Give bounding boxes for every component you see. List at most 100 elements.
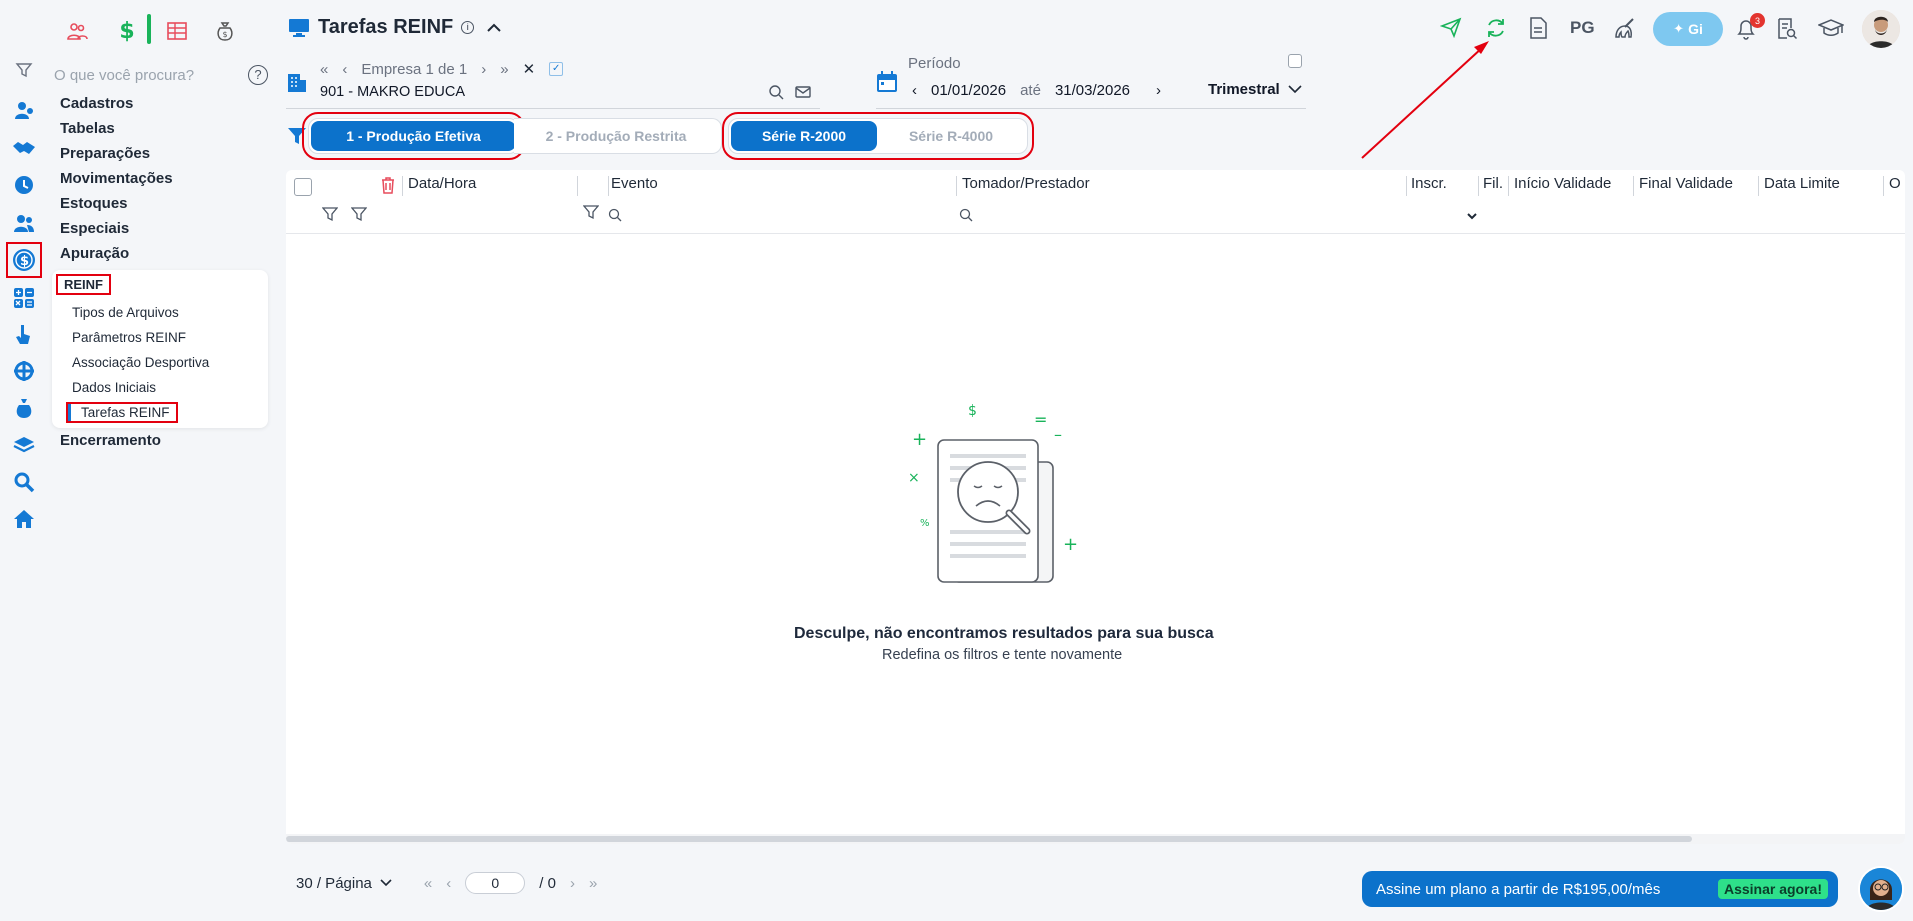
- refresh-icon[interactable]: [1484, 16, 1510, 42]
- spreadsheet-module-icon[interactable]: [160, 14, 194, 48]
- notification-bell-icon[interactable]: 3: [1735, 13, 1765, 43]
- prev-page-icon[interactable]: ‹: [446, 875, 451, 892]
- icon-rail: $: [0, 0, 48, 921]
- clean-brush-icon[interactable]: [1613, 16, 1639, 42]
- col-header-evento[interactable]: Evento: [611, 175, 658, 192]
- col-header-tomador-prestador[interactable]: Tomador/Prestador: [962, 175, 1090, 192]
- periodo-prev-icon[interactable]: ‹: [912, 82, 917, 99]
- periodo-next-icon[interactable]: ›: [1156, 82, 1161, 99]
- search-icon[interactable]: [608, 208, 622, 227]
- user-avatar[interactable]: [1862, 10, 1900, 48]
- submenu-item-associacao-desportiva[interactable]: Associação Desportiva: [72, 355, 209, 370]
- sidebar-item-especiais[interactable]: Especiais: [60, 220, 129, 237]
- promo-banner[interactable]: Assine um plano a partir de R$195,00/mês…: [1362, 871, 1838, 907]
- help-icon[interactable]: ?: [248, 65, 268, 85]
- send-icon[interactable]: [1439, 16, 1466, 42]
- per-page-select[interactable]: 30 / Página: [296, 875, 392, 892]
- pg-button[interactable]: PG: [1570, 18, 1595, 38]
- calculator-icon[interactable]: [10, 284, 38, 312]
- production-option-efetiva[interactable]: 1 - Produção Efetiva: [311, 121, 516, 151]
- chevron-down-icon[interactable]: [1466, 208, 1478, 226]
- collapse-chevron-up-icon[interactable]: [486, 17, 502, 38]
- svg-text:$: $: [223, 30, 228, 39]
- periodo-checkbox[interactable]: [1288, 54, 1302, 68]
- periodo-start-date[interactable]: 01/01/2026: [931, 82, 1006, 99]
- subscribe-now-button[interactable]: Assinar agora!: [1717, 879, 1828, 899]
- col-header-o[interactable]: O: [1889, 175, 1901, 192]
- last-page-icon[interactable]: »: [589, 875, 597, 892]
- users-icon[interactable]: [10, 209, 38, 237]
- first-page-icon[interactable]: «: [320, 61, 328, 78]
- horizontal-scrollbar[interactable]: [286, 834, 1905, 844]
- page-number-input[interactable]: 0: [465, 872, 526, 894]
- last-page-icon[interactable]: »: [500, 61, 508, 78]
- submenu-title-reinf[interactable]: REINF: [56, 274, 111, 295]
- clear-x-icon[interactable]: ✕: [523, 60, 536, 78]
- col-header-fil[interactable]: Fil.: [1483, 175, 1503, 192]
- sparkle-icon: ✦: [1673, 21, 1685, 36]
- document-icon[interactable]: [1528, 16, 1552, 42]
- confirm-checkbox[interactable]: ✓: [549, 62, 564, 76]
- support-avatar[interactable]: [1858, 866, 1904, 912]
- sidebar-item-cadastros[interactable]: Cadastros: [60, 95, 133, 112]
- sidebar-item-apuracao[interactable]: Apuração: [60, 245, 129, 262]
- clock-icon[interactable]: [10, 171, 38, 199]
- sidebar-item-preparacoes[interactable]: Preparações: [60, 145, 150, 162]
- col-divider: [1883, 176, 1884, 196]
- empresa-name[interactable]: 901 - MAKRO EDUCA: [320, 84, 465, 100]
- money-bag-module-icon[interactable]: $: [208, 14, 242, 48]
- trash-icon[interactable]: [380, 176, 396, 199]
- gi-assistant-button[interactable]: ✦ Gi: [1653, 12, 1723, 46]
- filter-icon[interactable]: [350, 206, 368, 227]
- home-icon[interactable]: [10, 505, 38, 533]
- sidebar-item-movimentacoes[interactable]: Movimentações: [60, 170, 173, 187]
- search-empresa-icon[interactable]: [768, 84, 784, 105]
- user-icon[interactable]: [10, 96, 38, 124]
- col-header-inicio-validade[interactable]: Início Validade: [1514, 175, 1611, 192]
- network-icon[interactable]: [10, 357, 38, 385]
- periodo-end-date[interactable]: 31/03/2026: [1055, 82, 1130, 99]
- next-page-icon[interactable]: ›: [481, 61, 486, 78]
- filter-icon[interactable]: [321, 206, 339, 227]
- page-title: Tarefas REINF i: [288, 16, 502, 39]
- sidebar-item-encerramento[interactable]: Encerramento: [60, 432, 161, 449]
- periodo-type-select[interactable]: Trimestral: [1208, 81, 1302, 98]
- first-page-icon[interactable]: «: [424, 875, 432, 892]
- next-page-icon[interactable]: ›: [570, 875, 575, 892]
- prev-page-icon[interactable]: ‹: [342, 61, 347, 78]
- filter-funnel-icon[interactable]: [287, 126, 307, 151]
- empresa-navigator: « ‹ Empresa 1 de 1 › » ✕ ✓: [320, 60, 564, 78]
- col-header-final-validade[interactable]: Final Validade: [1639, 175, 1733, 192]
- doc-search-icon[interactable]: [1776, 17, 1800, 43]
- col-divider: [1478, 176, 1479, 196]
- sidebar-item-tabelas[interactable]: Tabelas: [60, 120, 115, 137]
- graduation-cap-icon[interactable]: [1817, 17, 1845, 41]
- info-icon[interactable]: i: [461, 21, 475, 34]
- production-option-restrita[interactable]: 2 - Produção Restrita: [516, 121, 716, 151]
- scrollbar-thumb[interactable]: [286, 836, 1692, 842]
- select-all-checkbox[interactable]: [294, 178, 312, 196]
- series-option-r2000[interactable]: Série R-2000: [731, 121, 877, 151]
- finance-module-icon[interactable]: $: [110, 14, 144, 48]
- sidebar-item-estoques[interactable]: Estoques: [60, 195, 128, 212]
- people-module-icon[interactable]: [60, 14, 94, 48]
- sidebar-search[interactable]: O que você procura? ?: [14, 60, 268, 92]
- col-header-data-hora[interactable]: Data/Hora: [408, 175, 476, 192]
- layers-icon[interactable]: [10, 431, 38, 459]
- hand-pointer-icon[interactable]: [10, 320, 38, 348]
- search-icon[interactable]: [959, 208, 973, 227]
- search-icon[interactable]: [10, 468, 38, 496]
- finance-dollar-icon[interactable]: $: [6, 242, 42, 278]
- filter-icon[interactable]: [582, 204, 600, 225]
- col-header-data-limite[interactable]: Data Limite: [1764, 175, 1840, 192]
- handshake-icon[interactable]: [10, 134, 38, 162]
- col-header-inscr[interactable]: Inscr.: [1411, 175, 1447, 192]
- submenu-item-tipos-arquivos[interactable]: Tipos de Arquivos: [72, 305, 179, 320]
- search-input[interactable]: O que você procura?: [54, 67, 194, 84]
- mail-icon[interactable]: [795, 84, 811, 105]
- series-option-r4000[interactable]: Série R-4000: [877, 121, 1025, 151]
- submenu-item-parametros-reinf[interactable]: Parâmetros REINF: [72, 330, 186, 345]
- submenu-item-dados-iniciais[interactable]: Dados Iniciais: [72, 380, 156, 395]
- submenu-item-tarefas-reinf[interactable]: Tarefas REINF: [66, 402, 178, 423]
- money-bag-icon[interactable]: [10, 394, 38, 422]
